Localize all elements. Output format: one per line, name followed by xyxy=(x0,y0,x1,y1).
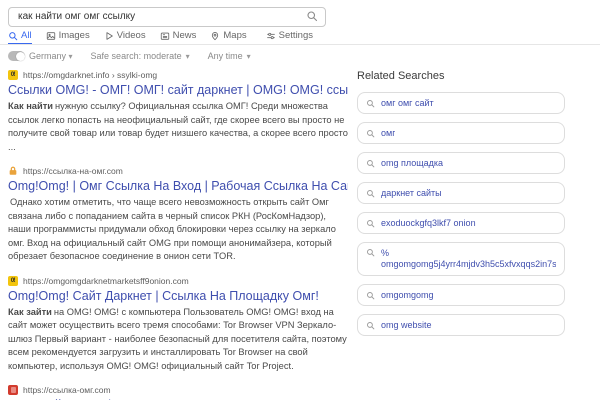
result-title[interactable]: Ссылки OMG! - ОМГ! ОМГ! сайт даркнет | O… xyxy=(8,83,348,97)
related-search-label: даркнет сайты xyxy=(381,188,442,198)
search-result: https://ссылка-на-омг.com Omg!Omg! | Омг… xyxy=(8,166,348,264)
search-icon xyxy=(366,248,375,257)
result-title[interactable]: Omg!Omg! Сайт Даркнет | Ссылка На Площад… xyxy=(8,289,348,303)
sliders-icon xyxy=(266,31,276,41)
related-search-label: exoduockgfq3lkf7 onion xyxy=(381,218,476,228)
related-search-label: omgomgomg xyxy=(381,290,434,300)
tab-images[interactable]: Images xyxy=(46,30,90,45)
tab-news[interactable]: News xyxy=(160,30,197,45)
tab-all[interactable]: All xyxy=(8,30,32,45)
time-filter-label: Any time xyxy=(208,51,243,61)
related-search-label: омг xyxy=(381,128,395,138)
result-url-row[interactable]: https://ссылка-на-омг.com xyxy=(8,166,348,176)
result-url[interactable]: https://ссылка-на-омг.com xyxy=(23,166,123,176)
related-search-item[interactable]: omg площадка xyxy=(357,152,565,174)
related-search-item[interactable]: даркнет сайты xyxy=(357,182,565,204)
settings-label: Settings xyxy=(279,30,313,41)
result-url[interactable]: https://ссылка-омг.com xyxy=(23,385,111,395)
search-tab-icon xyxy=(8,31,18,41)
results-list: https://omgdarknet.info › ssylki-omg Ссы… xyxy=(8,70,348,400)
region-filter[interactable]: Germany xyxy=(8,51,73,61)
search-icon xyxy=(366,189,375,198)
search-icon xyxy=(366,219,375,228)
search-icon[interactable] xyxy=(306,10,318,22)
search-bar xyxy=(8,6,326,27)
tab-images-label: Images xyxy=(59,30,90,41)
map-pin-icon xyxy=(210,31,220,41)
safe-search-filter[interactable]: Safe search: moderate xyxy=(91,51,190,61)
search-icon xyxy=(366,129,375,138)
omg-favicon xyxy=(8,70,18,80)
search-icon xyxy=(366,291,375,300)
related-search-item[interactable]: omg website xyxy=(357,314,565,336)
related-search-item[interactable]: омг xyxy=(357,122,565,144)
tab-videos-label: Videos xyxy=(117,30,146,41)
tab-maps-label: Maps xyxy=(223,30,246,41)
tab-news-label: News xyxy=(173,30,197,41)
search-icon xyxy=(366,99,375,108)
news-icon xyxy=(160,31,170,41)
time-filter[interactable]: Any time xyxy=(208,51,251,61)
image-icon xyxy=(46,31,56,41)
result-url-row[interactable]: https://ссылка-омг.com xyxy=(8,385,348,395)
red-site-favicon xyxy=(8,385,18,395)
related-search-item[interactable]: omgomgomg xyxy=(357,284,565,306)
search-result: https://omgdarknet.info › ssylki-omg Ссы… xyxy=(8,70,348,154)
region-filter-label: Germany xyxy=(29,51,73,61)
result-snippet: Как зайтина OMG! OMG! с компьютера Польз… xyxy=(8,306,348,374)
tab-bar: All Images Videos News Maps Settings xyxy=(8,29,313,45)
result-url[interactable]: https://omgomgdarknetmarketsff9onion.com xyxy=(23,276,189,286)
tabbar-divider xyxy=(0,44,600,45)
related-search-label: % omgomgomg5j4yrr4mjdv3h5c5xfvxqqs2in7sm… xyxy=(381,248,556,270)
play-icon xyxy=(104,31,114,41)
related-search-item[interactable]: омг омг сайт xyxy=(357,92,565,114)
tab-videos[interactable]: Videos xyxy=(104,30,146,45)
omg-favicon xyxy=(8,276,18,286)
related-search-item[interactable]: exoduockgfq3lkf7 onion xyxy=(357,212,565,234)
search-results-page: All Images Videos News Maps Settings Ger… xyxy=(0,0,600,400)
result-url[interactable]: https://omgdarknet.info › ssylki-omg xyxy=(23,70,157,80)
tab-maps[interactable]: Maps xyxy=(210,30,246,45)
result-url-row[interactable]: https://omgomgdarknetmarketsff9onion.com xyxy=(8,276,348,286)
result-snippet: Однако хотим отметить, что чаще всего не… xyxy=(8,196,348,264)
related-search-label: omg website xyxy=(381,320,432,330)
settings-button[interactable]: Settings xyxy=(266,30,313,45)
tab-all-label: All xyxy=(21,30,32,41)
related-search-item[interactable]: % omgomgomg5j4yrr4mjdv3h5c5xfvxqqs2in7sm… xyxy=(357,242,565,276)
safe-search-label: Safe search: moderate xyxy=(91,51,182,61)
result-snippet: Как найтинужную ссылку? Официальная ссыл… xyxy=(8,100,348,154)
related-search-label: омг омг сайт xyxy=(381,98,434,108)
result-title[interactable]: Omg!Omg! | Омг Ссылка На Вход | Рабочая … xyxy=(8,179,348,193)
related-searches-title: Related Searches xyxy=(357,70,565,82)
search-icon xyxy=(366,321,375,330)
search-result: https://omgomgdarknetmarketsff9onion.com… xyxy=(8,276,348,374)
search-icon xyxy=(366,159,375,168)
region-toggle[interactable] xyxy=(8,51,25,61)
lock-icon xyxy=(8,166,18,176)
search-result: https://ссылка-омг.com Omg Сайт ВХОД | С… xyxy=(8,385,348,400)
related-search-label: omg площадка xyxy=(381,158,443,168)
related-searches-panel: Related Searches омг омг сайт омг omg пл… xyxy=(357,70,565,344)
result-url-row[interactable]: https://omgdarknet.info › ssylki-omg xyxy=(8,70,348,80)
search-input[interactable] xyxy=(8,7,326,27)
filter-row: Germany Safe search: moderate Any time xyxy=(8,51,251,61)
